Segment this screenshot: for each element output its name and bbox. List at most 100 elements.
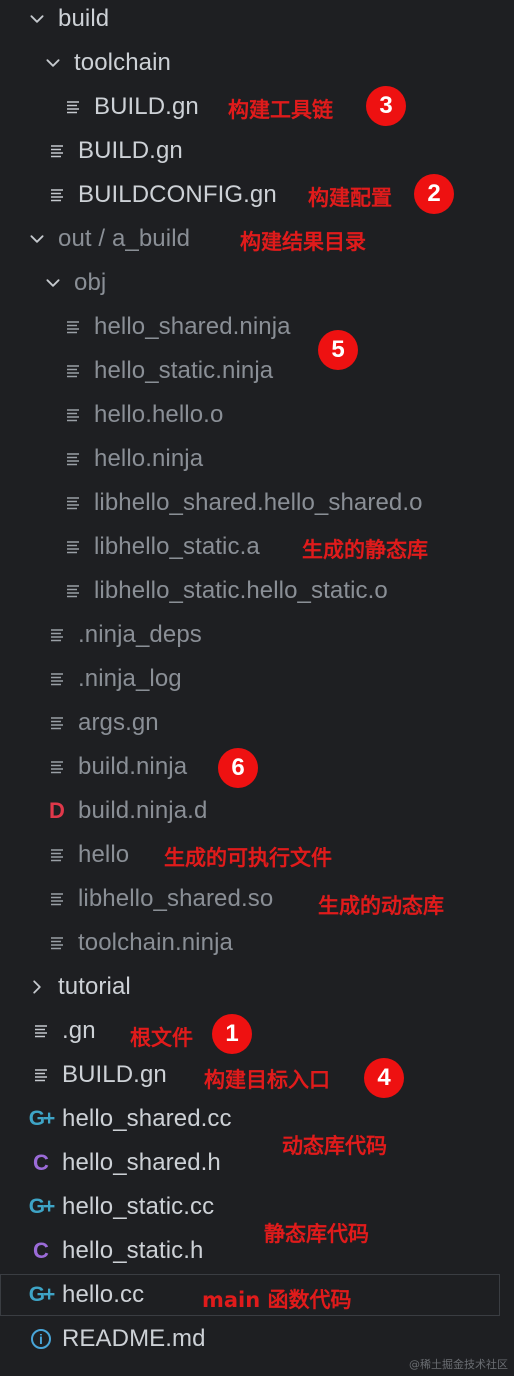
cpp-file-icon: G+ [28, 1283, 56, 1306]
tree-item-label: tutorial [58, 973, 131, 1000]
tree-folder-row[interactable]: tutorial [0, 965, 514, 1009]
tree-file-row[interactable]: toolchain.ninja [0, 921, 514, 965]
file-lines-icon [44, 930, 70, 956]
file-lines-icon [60, 402, 86, 428]
tree-item-label: libhello_shared.hello_shared.o [94, 489, 423, 516]
tree-item-label: .gn [62, 1017, 96, 1044]
file-lines-icon [44, 886, 70, 912]
file-lines-icon [44, 710, 70, 736]
tree-file-row[interactable]: Chello_shared.h [0, 1141, 514, 1185]
file-lines-icon [28, 1018, 54, 1044]
tree-item-label: .ninja_log [78, 665, 182, 692]
tree-item-label: hello_shared.h [62, 1149, 221, 1176]
tree-item-label: build [58, 5, 110, 32]
annotation-main-code: main 函数代码 [202, 1288, 352, 1312]
tree-item-label: hello_static.h [62, 1237, 204, 1264]
annotation-static-code: 静态库代码 [264, 1222, 369, 1246]
tree-file-row[interactable]: hello.ninja [0, 437, 514, 481]
chevron-down-icon[interactable] [40, 270, 66, 296]
chevron-down-icon[interactable] [24, 6, 50, 32]
tree-file-row[interactable]: BUILD.gn [0, 129, 514, 173]
tree-item-label: README.md [62, 1325, 206, 1352]
tree-file-row[interactable]: G+ hello_static.cc [0, 1185, 514, 1229]
tree-folder-row[interactable]: toolchain [0, 41, 514, 85]
file-lines-icon [44, 842, 70, 868]
info-circle: i [31, 1329, 51, 1349]
chevron-down-icon[interactable] [40, 50, 66, 76]
annotation-shared-code: 动态库代码 [282, 1134, 387, 1158]
tree-item-label: hello_static.cc [62, 1193, 215, 1220]
tree-file-row[interactable]: hello_static.ninja [0, 349, 514, 393]
tree-file-row[interactable]: .gn [0, 1009, 514, 1053]
tree-item-label: BUILDCONFIG.gn [78, 181, 277, 208]
tree-file-row[interactable]: libhello_static.a [0, 525, 514, 569]
file-lines-icon [28, 1062, 54, 1088]
badge-3: 3 [366, 86, 406, 126]
tree-file-row[interactable]: hello.hello.o [0, 393, 514, 437]
tree-item-label: obj [74, 269, 107, 296]
annotation-build-gn: 构建目标入口 [204, 1068, 330, 1092]
watermark: @稀土掘金技术社区 [409, 1358, 508, 1371]
tree-item-label: hello.ninja [94, 445, 204, 472]
cpp-file-icon: G+ [28, 1107, 56, 1130]
tree-item-label: out / a_build [58, 225, 191, 252]
tree-folder-row[interactable]: obj [0, 261, 514, 305]
tree-item-label: build.ninja [78, 753, 188, 780]
tree-item-label: hello [78, 841, 130, 868]
chevron-down-icon[interactable] [24, 226, 50, 252]
file-lines-icon [60, 446, 86, 472]
tree-folder-row[interactable]: build [0, 0, 514, 41]
tree-item-label: build.ninja.d [78, 797, 208, 824]
info-icon: i [28, 1326, 54, 1352]
d-file-icon: D [49, 798, 65, 823]
tree-item-label: hello.hello.o [94, 401, 224, 428]
annotation-buildconfig: 构建配置 [308, 186, 392, 210]
badge-5: 5 [318, 330, 358, 370]
badge-6: 6 [218, 748, 258, 788]
file-lines-icon [60, 94, 86, 120]
tree-file-row[interactable]: Dbuild.ninja.d [0, 789, 514, 833]
tree-file-row[interactable]: i README.md [0, 1317, 514, 1361]
annotation-static-lib: 生成的静态库 [302, 538, 428, 562]
annotation-gn: 根文件 [130, 1026, 193, 1050]
tree-item-label: hello_shared.ninja [94, 313, 291, 340]
file-lines-icon [60, 314, 86, 340]
file-lines-icon [44, 182, 70, 208]
tree-item-label: hello_static.ninja [94, 357, 274, 384]
tree-file-row[interactable]: .ninja_deps [0, 613, 514, 657]
tree-file-row[interactable]: .ninja_log [0, 657, 514, 701]
badge-2: 2 [414, 174, 454, 214]
tree-item-label: hello.cc [62, 1281, 145, 1308]
badge-4: 4 [364, 1058, 404, 1098]
c-header-icon: C [33, 1150, 49, 1175]
tree-file-row[interactable]: hello_shared.ninja [0, 305, 514, 349]
tree-file-row[interactable]: libhello_static.hello_static.o [0, 569, 514, 613]
tree-item-label: BUILD.gn [78, 137, 183, 164]
tree-item-label: toolchain.ninja [78, 929, 233, 956]
file-lines-icon [60, 490, 86, 516]
annotation-toolchain: 构建工具链 [228, 98, 333, 122]
c-header-icon: C [33, 1238, 49, 1263]
file-lines-icon [44, 666, 70, 692]
badge-1: 1 [212, 1014, 252, 1054]
file-lines-icon [60, 534, 86, 560]
tree-file-row[interactable]: libhello_shared.hello_shared.o [0, 481, 514, 525]
annotation-out-dir: 构建结果目录 [240, 230, 366, 254]
tree-item-label: libhello_static.a [94, 533, 260, 560]
tree-file-row[interactable]: G+ hello_shared.cc [0, 1097, 514, 1141]
file-lines-icon [44, 754, 70, 780]
tree-item-label: toolchain [74, 49, 171, 76]
tree-item-label: BUILD.gn [94, 93, 199, 120]
file-lines-icon [60, 578, 86, 604]
tree-file-row[interactable]: Chello_static.h [0, 1229, 514, 1273]
tree-item-label: libhello_static.hello_static.o [94, 577, 388, 604]
file-lines-icon [60, 358, 86, 384]
tree-item-label: args.gn [78, 709, 159, 736]
tree-item-label: BUILD.gn [62, 1061, 167, 1088]
tree-item-label: hello_shared.cc [62, 1105, 232, 1132]
tree-item-label: .ninja_deps [78, 621, 202, 648]
tree-file-row[interactable]: args.gn [0, 701, 514, 745]
chevron-right-icon[interactable] [24, 974, 50, 1000]
file-lines-icon [44, 138, 70, 164]
cpp-file-icon: G+ [28, 1195, 56, 1218]
